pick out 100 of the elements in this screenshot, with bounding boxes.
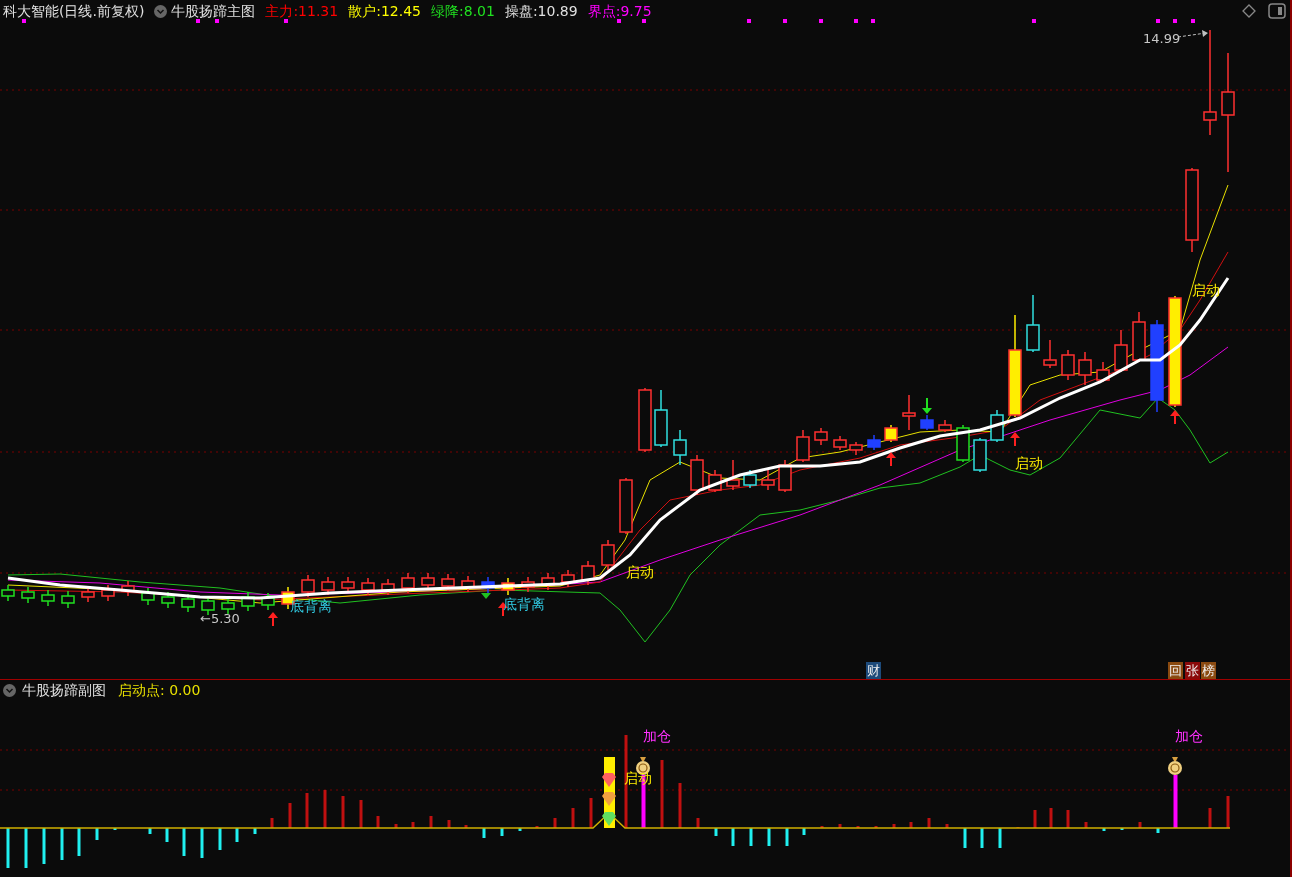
histogram-bar bbox=[892, 824, 896, 828]
histogram-bar bbox=[927, 818, 931, 828]
candlestick bbox=[1078, 351, 1092, 386]
candlestick bbox=[884, 424, 898, 443]
candlestick bbox=[101, 584, 115, 602]
histogram-bar bbox=[77, 828, 81, 856]
histogram-bar bbox=[731, 828, 735, 846]
signal-label: 启动 bbox=[626, 563, 654, 582]
histogram-bar bbox=[945, 824, 949, 828]
candlestick bbox=[814, 427, 828, 446]
histogram-bar bbox=[482, 828, 486, 838]
add-position-bar bbox=[1173, 775, 1178, 828]
price-marker: 14.99 bbox=[1143, 30, 1181, 48]
histogram-bar bbox=[200, 828, 204, 858]
histogram-bar bbox=[660, 760, 664, 828]
candlestick bbox=[920, 414, 934, 431]
event-badge[interactable]: 回 bbox=[1168, 662, 1183, 679]
histogram-bar bbox=[1049, 808, 1053, 828]
indicator-reading: 散户:12.45 bbox=[348, 1, 421, 21]
signal-label: 加仓 bbox=[1175, 727, 1203, 746]
candlestick bbox=[726, 459, 740, 491]
histogram-bar bbox=[148, 828, 152, 834]
histogram-bar bbox=[6, 828, 10, 868]
candlestick bbox=[601, 539, 615, 571]
histogram-bar bbox=[270, 818, 274, 828]
dropdown-icon[interactable] bbox=[3, 683, 16, 697]
candlestick bbox=[121, 580, 135, 597]
histogram-bar bbox=[235, 828, 239, 842]
candlestick bbox=[638, 387, 652, 453]
histogram-bar bbox=[95, 828, 99, 840]
candlestick bbox=[461, 575, 475, 593]
candlestick bbox=[61, 590, 75, 609]
indicator-reading: 操盘:10.89 bbox=[504, 1, 578, 21]
histogram-bar bbox=[1226, 796, 1230, 828]
histogram-bar bbox=[1084, 822, 1088, 828]
price-marker: ←5.30 bbox=[200, 610, 240, 628]
candlestick bbox=[381, 578, 395, 596]
candlestick bbox=[1132, 311, 1146, 363]
histogram-bar bbox=[838, 824, 842, 828]
signal-label: 启动 bbox=[1192, 281, 1220, 300]
candlestick bbox=[619, 477, 633, 535]
down-arrow-icon bbox=[922, 397, 932, 414]
histogram-bar bbox=[323, 790, 327, 828]
candlestick bbox=[141, 587, 155, 606]
candlestick bbox=[1096, 361, 1110, 383]
dropdown-icon[interactable] bbox=[154, 4, 168, 18]
stock-title: 科大智能(日线.前复权) bbox=[3, 1, 145, 21]
histogram-bar bbox=[696, 818, 700, 828]
histogram-bar bbox=[980, 828, 984, 848]
histogram-bar bbox=[218, 828, 222, 850]
candlestick bbox=[361, 577, 375, 596]
candlestick bbox=[1043, 339, 1057, 369]
candlestick bbox=[521, 576, 535, 593]
indicator-reading: 界点:9.75 bbox=[587, 1, 652, 21]
histogram-bar bbox=[678, 783, 682, 828]
histogram-bar bbox=[60, 828, 64, 860]
event-badge[interactable]: 榜 bbox=[1201, 662, 1216, 679]
histogram-bar bbox=[359, 800, 363, 828]
histogram-bar bbox=[963, 828, 967, 848]
candlestick bbox=[561, 569, 575, 588]
signal-label: 加仓 bbox=[643, 727, 671, 746]
signal-label: 启动 bbox=[1015, 454, 1043, 473]
candlestick bbox=[708, 469, 722, 493]
histogram-bar bbox=[253, 828, 257, 834]
histogram-bar bbox=[305, 793, 309, 828]
up-arrow-icon bbox=[1010, 432, 1020, 447]
histogram-bar bbox=[785, 828, 789, 846]
indicator-reading: 主力:11.31 bbox=[265, 1, 339, 21]
event-badge[interactable]: 财 bbox=[866, 662, 881, 679]
candlestick bbox=[690, 454, 704, 496]
histogram-bar bbox=[909, 822, 913, 828]
candlestick bbox=[654, 389, 668, 448]
subchart-title: 牛股扬蹄副图 bbox=[22, 680, 106, 700]
histogram-bar bbox=[1208, 808, 1212, 828]
histogram-bar bbox=[589, 798, 593, 828]
histogram-bar bbox=[571, 808, 575, 828]
panel-toggle-icon[interactable] bbox=[1268, 3, 1286, 19]
candlestick bbox=[581, 560, 595, 586]
candlestick bbox=[501, 577, 515, 596]
indicator-reading: 绿降:8.01 bbox=[431, 1, 495, 21]
candlestick bbox=[441, 573, 455, 592]
candlestick bbox=[973, 437, 987, 473]
event-badge[interactable]: 张 bbox=[1185, 662, 1200, 679]
candlestick bbox=[41, 589, 55, 607]
histogram-bar bbox=[447, 820, 451, 828]
histogram-bar bbox=[1138, 822, 1142, 828]
histogram-bar bbox=[500, 828, 504, 836]
histogram-bar bbox=[714, 828, 718, 836]
histogram-bar bbox=[182, 828, 186, 856]
money-bag-icon bbox=[1166, 756, 1184, 775]
diamond-icon[interactable] bbox=[1242, 4, 1256, 18]
histogram-bar bbox=[1102, 828, 1106, 831]
histogram-bar bbox=[1066, 810, 1070, 828]
candlestick bbox=[761, 469, 775, 491]
candlestick bbox=[221, 597, 235, 615]
candlestick bbox=[541, 572, 555, 591]
candlestick bbox=[161, 591, 175, 609]
candlestick bbox=[938, 419, 952, 433]
histogram-bar bbox=[464, 825, 468, 828]
histogram-bar bbox=[394, 824, 398, 828]
